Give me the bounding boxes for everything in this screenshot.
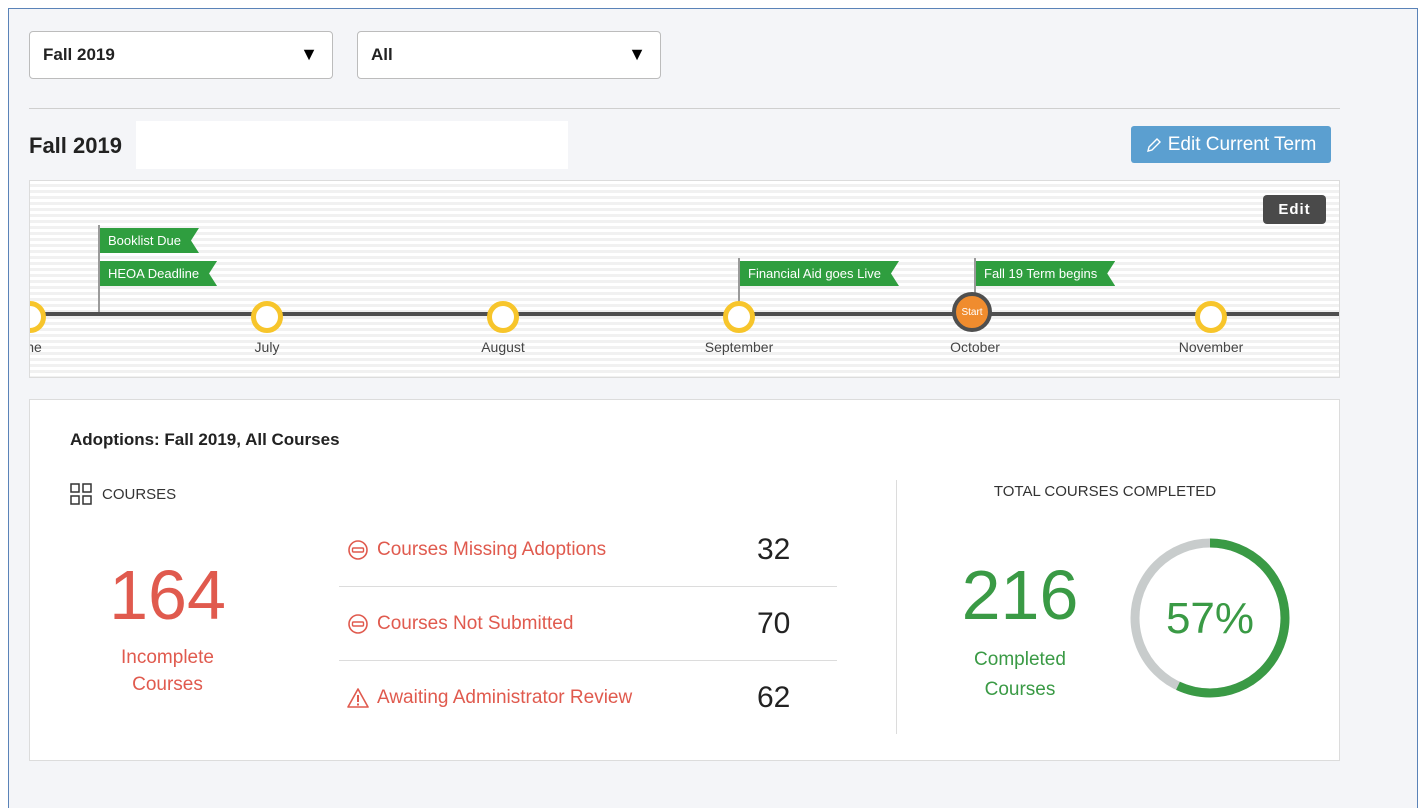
adoptions-panel: Adoptions: Fall 2019, All Courses COURSE… xyxy=(29,399,1340,761)
month-node-november[interactable] xyxy=(1195,301,1227,333)
donut-percent: 57% xyxy=(1166,594,1254,643)
completed-count: 216 xyxy=(961,556,1079,634)
month-node-july[interactable] xyxy=(251,301,283,333)
month-label-july: July xyxy=(254,339,280,355)
minus-circle-icon xyxy=(348,539,368,560)
courses-header: COURSES xyxy=(70,483,176,505)
month-node-september[interactable] xyxy=(723,301,755,333)
month-node-august[interactable] xyxy=(487,301,519,333)
flag-financial-aid[interactable]: Financial Aid goes Live xyxy=(740,261,899,286)
term-start-marker[interactable]: Start xyxy=(952,292,992,332)
dropdown-arrow-icon: ▼ xyxy=(300,44,318,64)
completed-label-line1: Completed xyxy=(974,649,1066,670)
stat-row-missing-adoptions[interactable]: Courses Missing Adoptions 32 xyxy=(339,513,837,587)
divider xyxy=(29,108,1340,109)
minus-circle-icon xyxy=(348,613,368,634)
term-timeline: Edit Booklist Due HEOA Deadline Financia… xyxy=(29,180,1340,378)
flag-pole xyxy=(98,225,100,313)
start-label: Start xyxy=(961,306,983,318)
flag-pole xyxy=(974,258,976,294)
month-label-october: October xyxy=(950,339,1000,355)
incomplete-label: Incomplete Courses xyxy=(70,644,265,698)
edit-current-term-button[interactable]: Edit Current Term xyxy=(1131,126,1331,163)
warning-icon xyxy=(347,688,369,708)
redacted-area xyxy=(136,121,568,169)
timeline-edit-button[interactable]: Edit xyxy=(1263,195,1326,224)
total-completed-label: TOTAL COURSES COMPLETED xyxy=(993,483,1217,500)
stat-row-not-submitted[interactable]: Courses Not Submitted 70 xyxy=(339,587,837,661)
month-label: ne xyxy=(30,339,42,355)
stat-label[interactable]: Courses Not Submitted xyxy=(377,613,573,635)
incomplete-label-line1: Incomplete xyxy=(121,647,214,668)
scope-select[interactable]: All ▼ xyxy=(357,31,661,79)
grid-icon xyxy=(70,483,92,505)
stat-value: 70 xyxy=(757,606,791,640)
section-divider xyxy=(896,480,897,734)
scope-select-value: All xyxy=(371,45,393,64)
timeline-axis xyxy=(30,312,1339,316)
pencil-icon xyxy=(1146,137,1161,152)
month-label-august: August xyxy=(481,339,525,355)
edit-current-term-label: Edit Current Term xyxy=(1167,133,1317,155)
term-title: Fall 2019 xyxy=(29,133,122,158)
stat-value: 62 xyxy=(757,681,791,714)
completed-label-line2: Courses xyxy=(984,679,1056,700)
stat-label[interactable]: Awaiting Administrator Review xyxy=(377,687,632,709)
completed-label: Completed Courses xyxy=(935,645,1105,705)
flag-heoa-deadline[interactable]: HEOA Deadline xyxy=(100,261,217,286)
incomplete-count: 164 xyxy=(109,556,226,634)
stat-row-awaiting-review[interactable]: Awaiting Administrator Review 62 xyxy=(339,661,837,735)
main-frame: Fall 2019 ▼ All ▼ Fall 2019 Edit Current… xyxy=(8,8,1418,808)
stat-label[interactable]: Courses Missing Adoptions xyxy=(377,539,606,561)
month-label-september: September xyxy=(704,339,774,355)
courses-label: COURSES xyxy=(102,485,177,503)
adoptions-title: Adoptions: Fall 2019, All Courses xyxy=(70,430,340,449)
completion-donut: 57% xyxy=(1130,538,1290,698)
month-label-november: November xyxy=(1178,339,1244,355)
term-select[interactable]: Fall 2019 ▼ xyxy=(29,31,333,79)
month-node[interactable] xyxy=(30,301,46,333)
flag-booklist-due[interactable]: Booklist Due xyxy=(100,228,199,253)
stat-value: 32 xyxy=(757,532,791,566)
dropdown-arrow-icon: ▼ xyxy=(628,44,646,64)
incomplete-label-line2: Courses xyxy=(132,674,203,695)
flag-term-begins[interactable]: Fall 19 Term begins xyxy=(976,261,1115,286)
term-select-value: Fall 2019 xyxy=(43,45,115,64)
